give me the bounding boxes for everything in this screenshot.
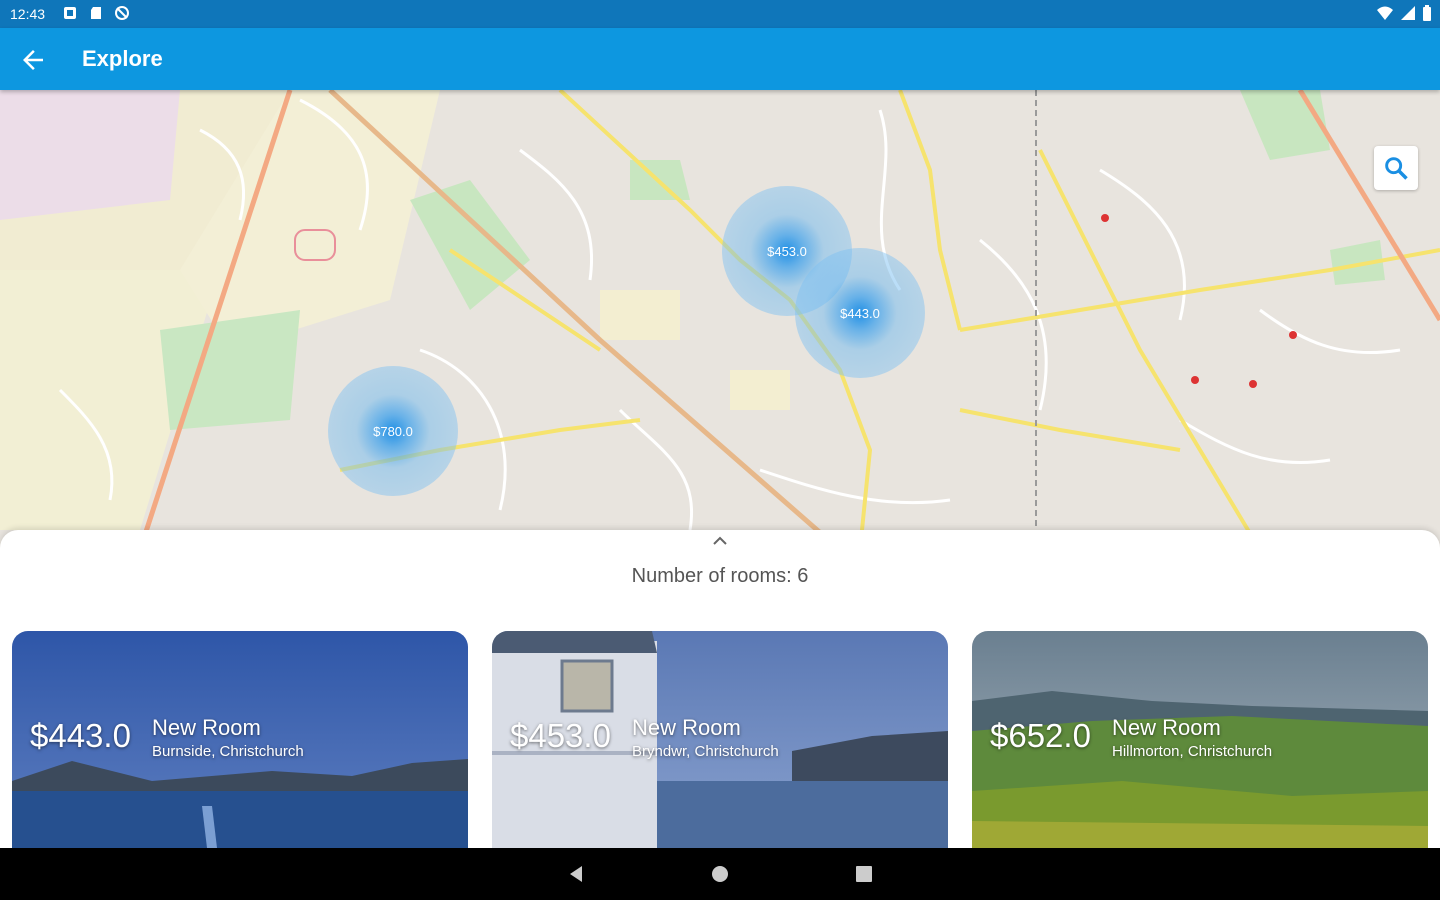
chevron-up-icon[interactable] <box>712 536 728 546</box>
room-price: $443.0 <box>30 717 131 754</box>
home-circle-icon[interactable] <box>708 862 732 886</box>
notification-icon <box>64 7 76 19</box>
room-title: New Room <box>1112 715 1221 740</box>
room-title: New Room <box>152 715 261 740</box>
cluster-price-label: $780.0 <box>373 423 413 439</box>
price-cluster[interactable]: $443.0 <box>795 248 925 378</box>
room-count-label: Number of rooms: 6 <box>631 565 809 587</box>
room-title: New Room <box>632 715 741 740</box>
cluster-price-label: $453.0 <box>767 243 807 259</box>
room-location: Hillmorton, Christchurch <box>1112 743 1273 760</box>
room-price: $453.0 <box>510 717 611 754</box>
rooms-bottom-sheet: Number of rooms: 6 $443.0 New Room Burns… <box>0 530 1440 848</box>
room-price: $652.0 <box>990 717 1091 754</box>
map-search-button[interactable] <box>1374 146 1418 190</box>
room-card[interactable]: $652.0 New Room Hillmorton, Christchurch <box>972 631 1428 848</box>
system-nav-bar <box>0 848 1440 900</box>
app-bar: Explore <box>0 28 1440 90</box>
room-location: Bryndwr, Christchurch <box>632 743 779 760</box>
battery-icon <box>1423 5 1431 21</box>
room-card[interactable]: $443.0 New Room Burnside, Christchurch <box>12 631 468 848</box>
status-system-icons <box>1376 5 1432 21</box>
search-icon <box>1385 157 1408 180</box>
no-sync-icon <box>115 6 129 20</box>
back-triangle-icon[interactable] <box>564 862 588 886</box>
signal-icon <box>1401 6 1415 20</box>
sd-card-icon <box>91 7 101 19</box>
map-tiles <box>0 90 1440 550</box>
status-notification-icons <box>62 5 130 21</box>
cluster-price-label: $443.0 <box>840 305 880 321</box>
status-bar: 12:43 <box>0 0 1440 28</box>
back-arrow-icon[interactable] <box>18 45 48 75</box>
status-time: 12:43 <box>10 6 46 22</box>
recents-square-icon[interactable] <box>852 862 876 886</box>
map-view[interactable]: $453.0 $443.0 $780.0 <box>0 90 1440 550</box>
room-location: Burnside, Christchurch <box>152 743 304 760</box>
room-card[interactable]: $453.0 New Room Bryndwr, Christchurch <box>492 631 948 848</box>
page-title: Explore <box>82 46 163 71</box>
room-card-list: $443.0 New Room Burnside, Christchurch $… <box>12 631 1428 848</box>
wifi-icon <box>1377 6 1393 20</box>
price-cluster[interactable]: $780.0 <box>328 366 458 496</box>
